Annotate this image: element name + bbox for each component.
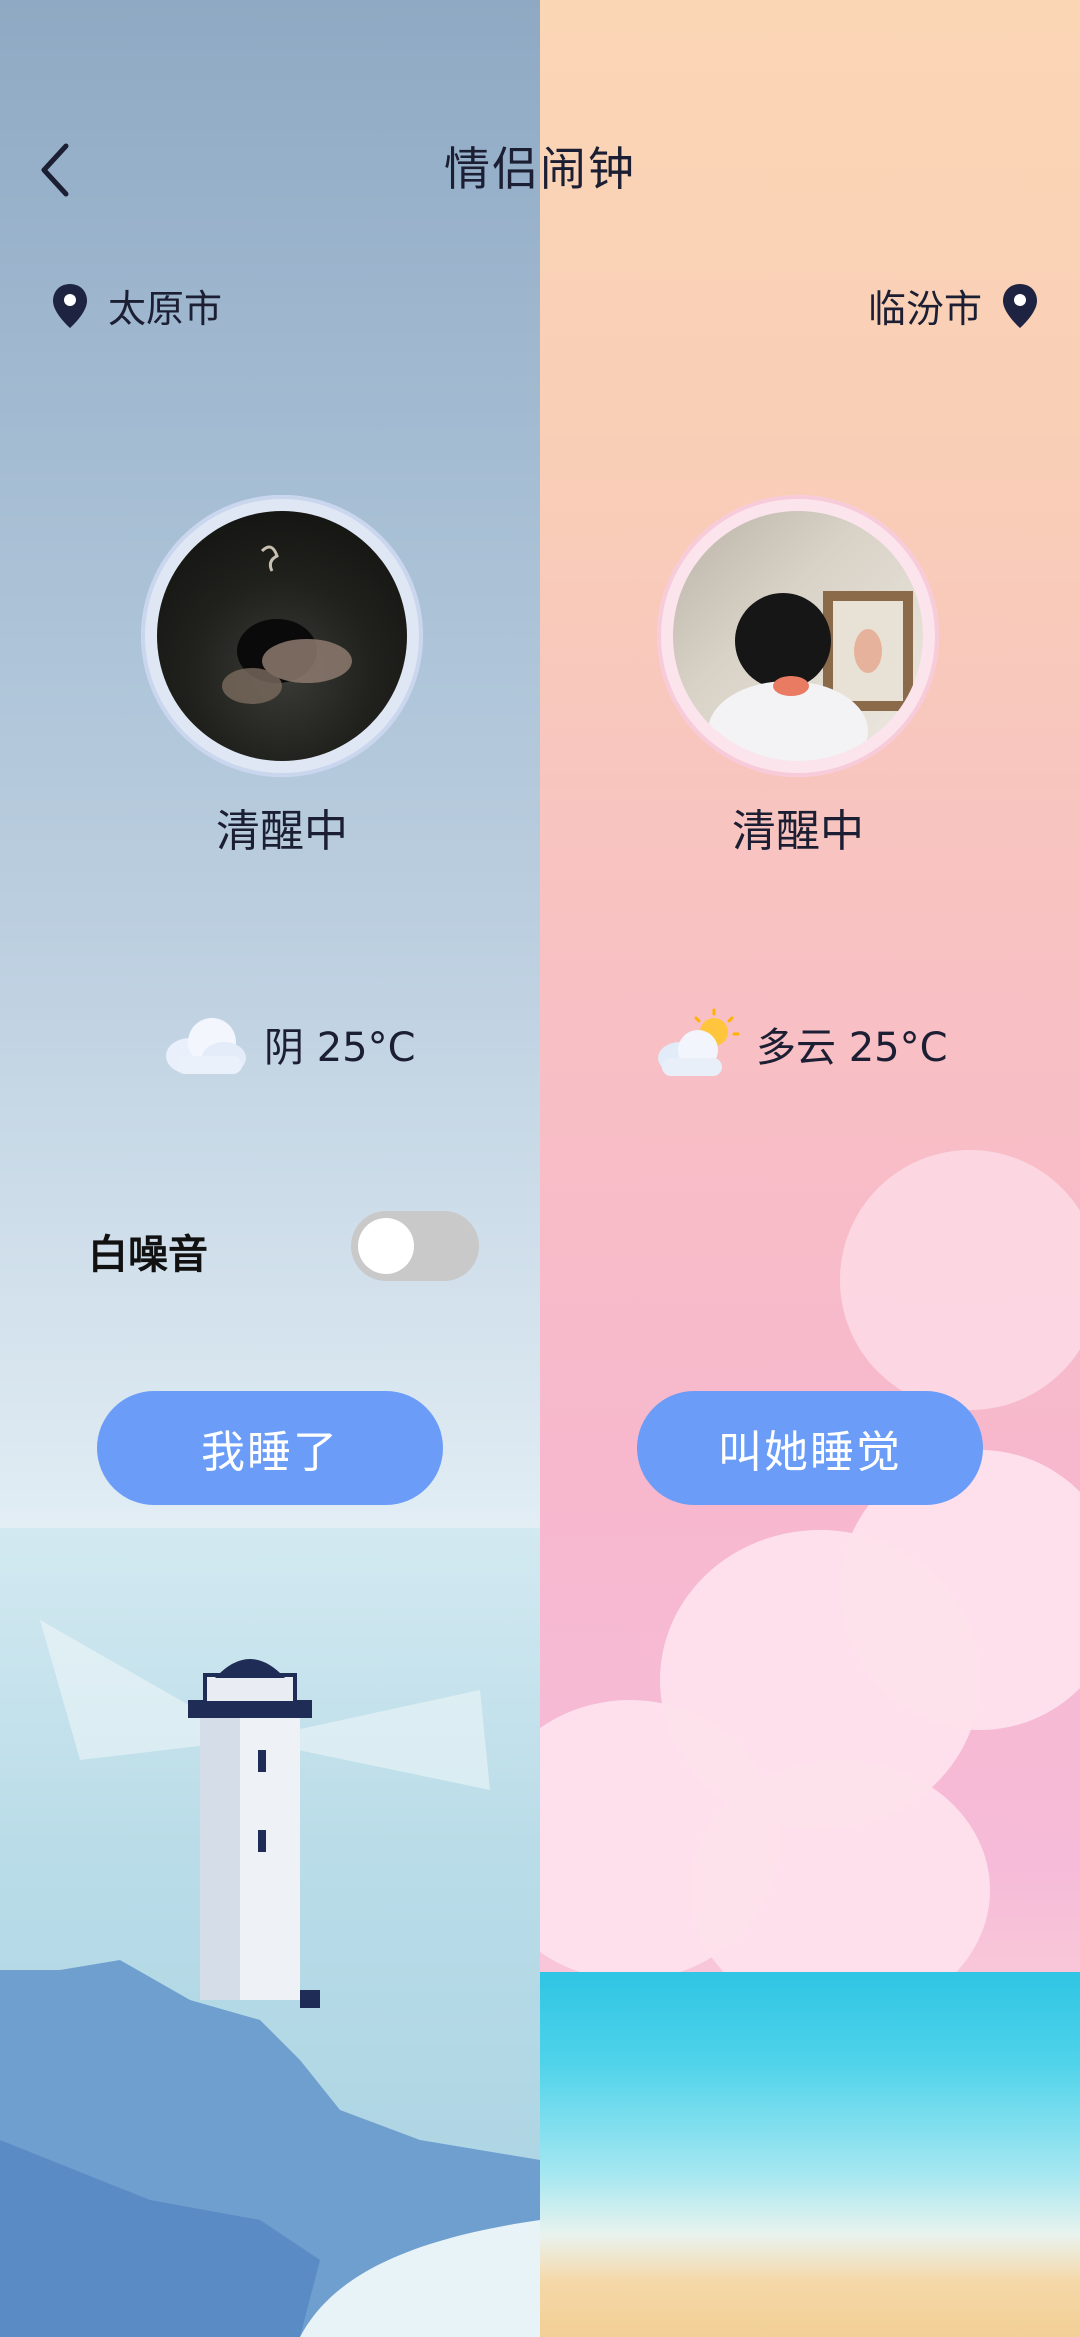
white-noise-label: 白噪音 (88, 1232, 208, 1278)
cloud-icon (166, 1018, 246, 1074)
right-panel-background (540, 0, 1080, 2337)
left-status: 清醒中 (216, 806, 348, 857)
avatar (157, 511, 407, 761)
left-avatar-ring[interactable] (141, 495, 423, 777)
toggle-knob (358, 1218, 414, 1274)
right-avatar-ring[interactable] (657, 495, 939, 777)
right-city: 临汾市 (867, 287, 982, 331)
i-slept-button[interactable]: 我睡了 (97, 1391, 443, 1505)
lighthouse-scene (0, 1620, 540, 2337)
right-weather-text: 多云 25°C (756, 1025, 948, 1071)
left-city: 太原市 (108, 287, 223, 331)
tell-her-sleep-button[interactable]: 叫她睡觉 (637, 1391, 983, 1505)
partly-cloudy-icon (658, 1008, 740, 1076)
left-weather-text: 阴 25°C (264, 1025, 416, 1071)
right-weather: 多云 25°C (652, 1008, 948, 1080)
left-location: 太原市 (50, 278, 222, 333)
location-pin-icon (1000, 282, 1040, 330)
left-panel-background (0, 0, 540, 2337)
cloud-decor (840, 1150, 1080, 1410)
left-weather: 阴 25°C (160, 1008, 416, 1080)
white-noise-toggle[interactable] (351, 1211, 479, 1281)
right-status: 清醒中 (732, 806, 864, 857)
page-title: 情侣闹钟 (444, 142, 636, 196)
beach-background (540, 1972, 1080, 2337)
location-pin-icon (50, 282, 90, 330)
avatar (673, 511, 923, 761)
right-location: 临汾市 (868, 278, 1040, 333)
